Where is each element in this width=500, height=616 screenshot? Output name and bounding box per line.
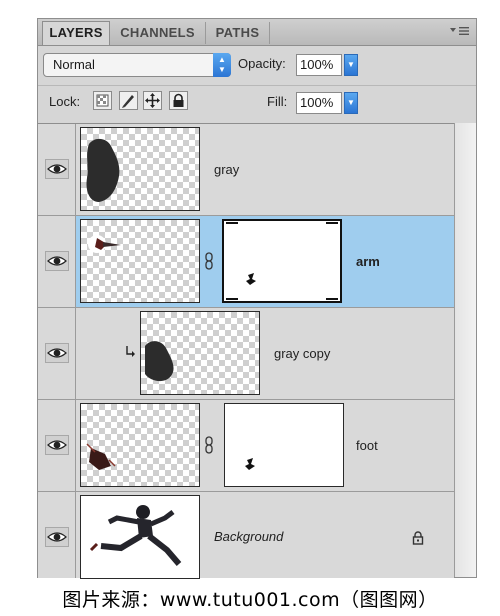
eye-icon[interactable] bbox=[45, 527, 69, 547]
layer-name: arm bbox=[356, 254, 380, 269]
lock-all-icon[interactable] bbox=[169, 91, 188, 110]
lock-icon bbox=[412, 531, 424, 550]
source-caption: 图片来源：www.tutu001.com（图图网） bbox=[62, 589, 438, 611]
layers-panel: LAYERS CHANNELS PATHS Normal ▲ ▼ Opacity:… bbox=[37, 18, 477, 579]
eye-icon[interactable] bbox=[45, 251, 69, 271]
opacity-label: Opacity: bbox=[238, 56, 286, 71]
lock-position-icon[interactable] bbox=[143, 91, 162, 110]
chevron-updown-icon: ▲ ▼ bbox=[213, 53, 231, 77]
lock-label: Lock: bbox=[49, 94, 81, 109]
layer-mask-thumbnail[interactable] bbox=[222, 219, 342, 303]
layer-row-gray[interactable]: gray bbox=[38, 124, 454, 216]
lock-transparent-icon[interactable] bbox=[93, 91, 112, 110]
layer-row-background[interactable]: Background bbox=[38, 492, 454, 579]
clipping-mask-arrow-icon bbox=[124, 344, 136, 361]
layer-name: Background bbox=[214, 529, 284, 544]
fill-field[interactable]: 100% bbox=[296, 92, 342, 114]
layer-thumbnail bbox=[80, 127, 200, 211]
blend-mode-select[interactable]: Normal ▲ ▼ bbox=[43, 53, 231, 77]
layer-name: gray bbox=[214, 162, 240, 177]
scrollbar[interactable] bbox=[454, 123, 476, 577]
tab-layers[interactable]: LAYERS bbox=[42, 21, 110, 45]
layer-row-gray-copy[interactable]: gray copy bbox=[38, 308, 454, 400]
layer-thumbnail bbox=[140, 311, 260, 395]
layer-row-arm[interactable]: arm bbox=[38, 216, 454, 308]
layer-row-foot[interactable]: foot bbox=[38, 400, 454, 492]
divider bbox=[38, 85, 476, 86]
fill-label: Fill: bbox=[267, 94, 288, 109]
eye-icon[interactable] bbox=[45, 159, 69, 179]
layer-name: foot bbox=[356, 438, 378, 453]
lock-image-icon[interactable] bbox=[119, 91, 138, 110]
opacity-field[interactable]: 100% bbox=[296, 54, 342, 76]
link-chain-icon[interactable] bbox=[204, 252, 214, 270]
visibility-cell bbox=[38, 124, 76, 215]
fill-dropdown-button[interactable]: ▼ bbox=[344, 92, 358, 114]
eye-icon[interactable] bbox=[45, 343, 69, 363]
layer-thumbnail bbox=[80, 219, 200, 303]
blend-mode-value: Normal bbox=[53, 57, 95, 72]
panel-tab-bar: LAYERS CHANNELS PATHS bbox=[38, 19, 476, 46]
layer-mask-thumbnail[interactable] bbox=[224, 403, 344, 487]
visibility-cell bbox=[38, 400, 76, 491]
tab-paths[interactable]: PATHS bbox=[206, 22, 270, 44]
background-thumbnail bbox=[80, 495, 200, 579]
panel-menu-icon[interactable] bbox=[448, 25, 470, 39]
layer-thumbnail bbox=[80, 403, 200, 487]
visibility-cell bbox=[38, 216, 76, 307]
layer-list: gray arm gray copy foot Background bbox=[38, 123, 454, 579]
visibility-cell bbox=[38, 492, 76, 578]
link-chain-icon[interactable] bbox=[204, 436, 214, 454]
visibility-cell bbox=[38, 308, 76, 399]
tab-channels[interactable]: CHANNELS bbox=[110, 22, 206, 44]
opacity-dropdown-button[interactable]: ▼ bbox=[344, 54, 358, 76]
layer-name: gray copy bbox=[274, 346, 331, 361]
eye-icon[interactable] bbox=[45, 435, 69, 455]
